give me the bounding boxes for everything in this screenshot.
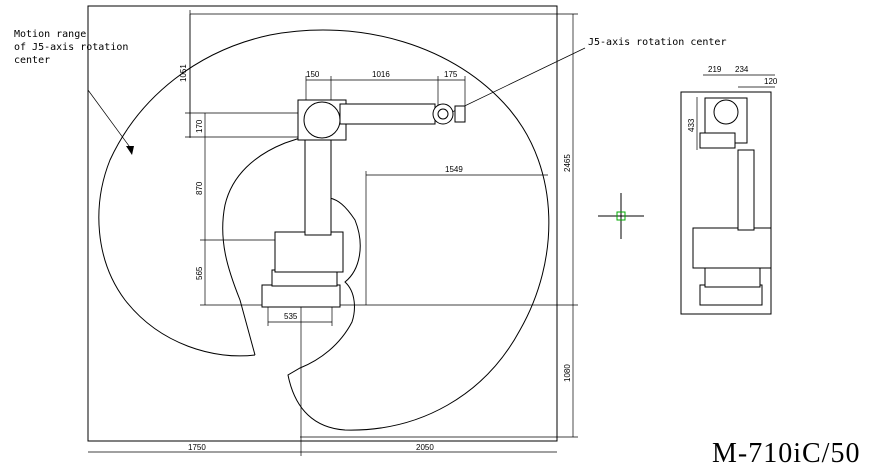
dim-219: 219 — [708, 65, 722, 74]
dim-1549: 1549 — [445, 165, 463, 174]
model-name: M-710iC/50 — [712, 438, 860, 469]
dim-535: 535 — [284, 312, 298, 321]
robot-side-view — [692, 97, 772, 306]
dim-1051: 1051 — [179, 64, 188, 82]
dim-120: 120 — [764, 77, 778, 86]
motion-range-label-1: Motion range — [14, 29, 86, 40]
dim-150: 150 — [306, 70, 320, 79]
motion-range-arrow — [87, 89, 133, 151]
j5-center-label: J5-axis rotation center — [588, 37, 726, 48]
dim-1080: 1080 — [563, 364, 572, 382]
arrow-head — [126, 146, 134, 155]
robot-range-drawing: Motion range of J5-axis rotation center … — [14, 5, 860, 469]
dim-1016: 1016 — [372, 70, 390, 79]
dim-565: 565 — [195, 266, 204, 280]
motion-range-label-2: of J5-axis rotation — [14, 42, 128, 53]
dim-870: 870 — [195, 181, 204, 195]
robot-front-view — [261, 99, 466, 308]
dim-234: 234 — [735, 65, 749, 74]
j5-leader-line — [449, 47, 586, 114]
dim-170: 170 — [195, 119, 204, 133]
motion-range-label-3: center — [14, 55, 50, 66]
crosshair-icon — [598, 193, 644, 239]
dim-433: 433 — [687, 118, 696, 132]
dim-175: 175 — [444, 70, 458, 79]
dim-2050: 2050 — [416, 443, 434, 452]
dim-1750: 1750 — [188, 443, 206, 452]
dim-2465: 2465 — [563, 154, 572, 172]
